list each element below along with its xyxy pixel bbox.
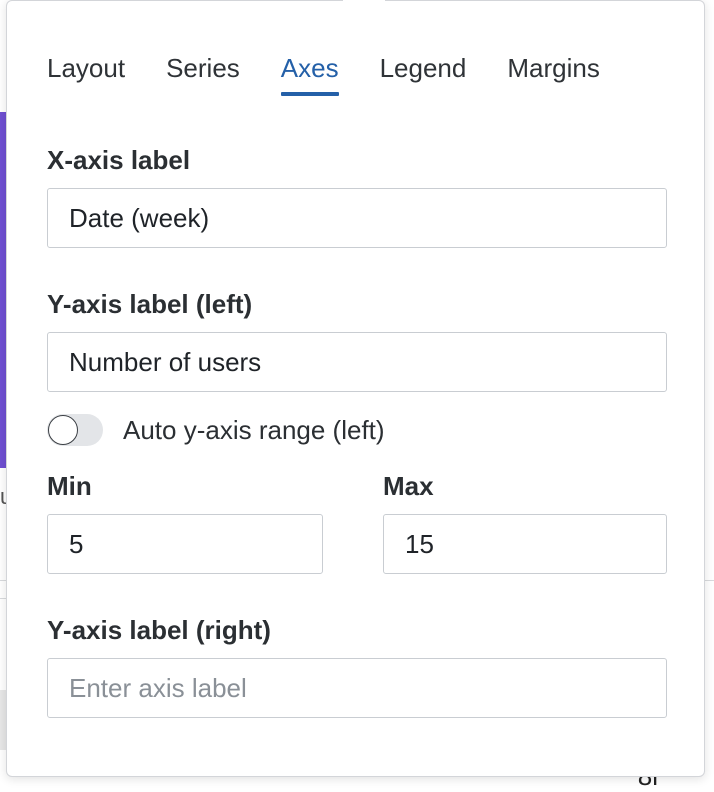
max-label: Max (383, 471, 434, 501)
popover-arrow (343, 0, 385, 4)
x-axis-label-heading: X-axis label (47, 145, 191, 175)
y-axis-left-label-heading: Y-axis label (left) (47, 289, 253, 319)
x-axis-label-input[interactable] (47, 188, 667, 248)
tab-margins[interactable]: Margins (507, 53, 599, 94)
tab-axes[interactable]: Axes (280, 53, 339, 96)
chart-settings-popover: Layout Series Axes Legend Margins X-axis… (6, 0, 705, 777)
max-input[interactable] (383, 514, 667, 574)
tab-legend[interactable]: Legend (380, 53, 467, 94)
auto-range-toggle-label: Auto y-axis range (left) (123, 415, 385, 445)
tab-series[interactable]: Series (166, 53, 240, 94)
y-axis-right-label-heading: Y-axis label (right) (47, 615, 271, 645)
toggle-knob (48, 415, 78, 445)
tab-layout[interactable]: Layout (47, 53, 125, 94)
min-label: Min (47, 471, 92, 501)
auto-range-toggle[interactable] (47, 414, 103, 446)
y-axis-left-label-input[interactable] (47, 332, 667, 392)
settings-tabs: Layout Series Axes Legend Margins (47, 53, 641, 96)
y-axis-right-label-input[interactable] (47, 658, 667, 718)
min-input[interactable] (47, 514, 323, 574)
